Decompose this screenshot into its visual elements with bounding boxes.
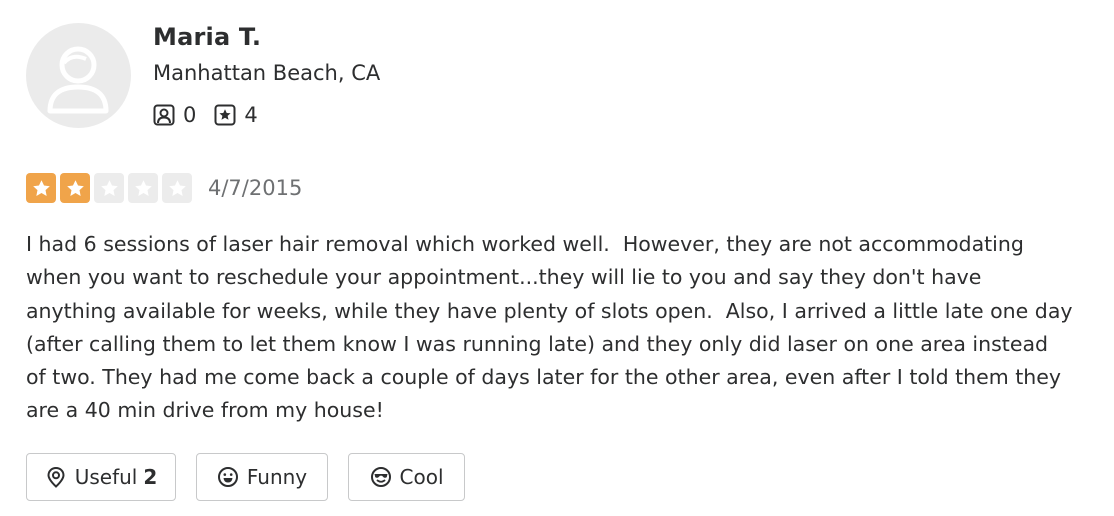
cool-label: Cool [399,465,444,489]
reviewer-name[interactable]: Maria T. [153,23,261,51]
reviews-stat: 4 [214,103,258,127]
useful-label: Useful [74,465,138,489]
reviews-icon [214,104,236,126]
cool-button[interactable]: Cool [348,453,465,501]
star-rating [26,173,196,203]
reviewer-location: Manhattan Beach, CA [153,61,381,85]
useful-button[interactable]: Useful 2 [26,453,176,501]
rating-row: 4/7/2015 [26,173,302,203]
review-actions: Useful 2 Funny Cool [26,453,485,501]
useful-count: 2 [143,465,158,489]
review-text: I had 6 sessions of laser hair removal w… [26,232,1073,423]
star-empty-icon [162,173,192,203]
friends-stat: 0 [153,103,196,127]
funny-label: Funny [246,465,308,489]
reviews-count: 4 [244,103,258,127]
friends-count: 0 [183,103,197,127]
avatar[interactable] [26,23,131,128]
star-filled-icon [60,173,90,203]
funny-button[interactable]: Funny [196,453,328,501]
star-filled-icon [26,173,56,203]
star-empty-icon [94,173,124,203]
useful-icon [45,466,67,488]
star-empty-icon [128,173,158,203]
funny-icon [217,466,239,488]
reviewer-stats: 0 4 [153,103,276,127]
cool-icon [370,466,392,488]
user-placeholder-icon [47,46,109,114]
friends-icon [153,104,175,126]
review-date: 4/7/2015 [208,176,303,200]
